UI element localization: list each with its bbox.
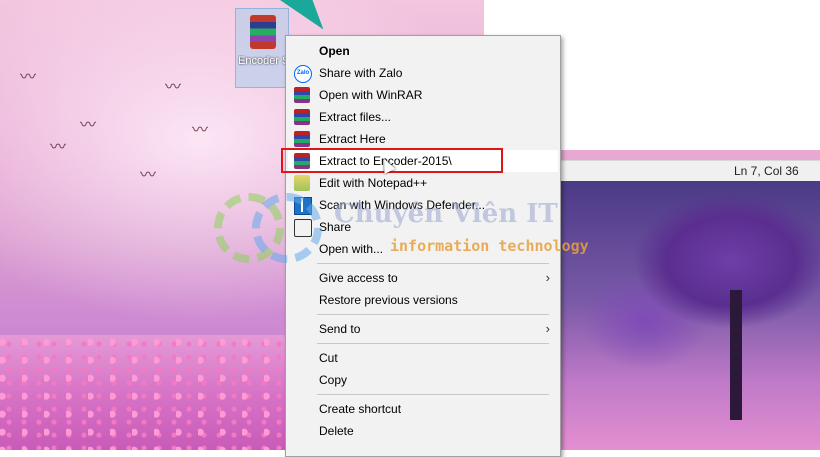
menu-item-open[interactable]: Open [288,40,558,62]
menu-separator [317,314,549,315]
menu-item-extract-here[interactable]: Extract Here [288,128,558,150]
chevron-right-icon: › [545,321,550,336]
notepad-plus-plus-icon [294,175,310,191]
notepad-status-bar: Ln 7, Col 36 [556,160,820,182]
winrar-icon [294,87,310,103]
tree-wallpaper-image [556,181,820,450]
menu-separator [317,343,549,344]
desktop-file-icon[interactable]: Encoder Share [235,8,289,88]
bird-icon: 〰 [20,69,37,86]
bird-icon: 〰 [192,122,209,139]
bird-icon: 〰 [165,79,182,96]
cursor-position-text: Ln 7, Col 36 [734,164,799,178]
bird-icon: 〰 [50,139,67,156]
menu-item-open-with-winrar[interactable]: Open with WinRAR [288,84,558,106]
menu-item-cut[interactable]: Cut [288,347,558,369]
menu-item-share-with-zalo[interactable]: Zalo Share with Zalo [288,62,558,84]
menu-item-create-shortcut[interactable]: Create shortcut [288,398,558,420]
menu-item-restore-previous-versions[interactable]: Restore previous versions [288,289,558,311]
windows-defender-icon [294,197,312,215]
desktop-icon-label: Encoder Share [238,55,286,67]
bird-icon: 〰 [140,167,157,184]
menu-item-delete[interactable]: Delete [288,420,558,442]
bird-icon: 〰 [80,117,97,134]
menu-separator [317,263,549,264]
context-menu: Open Zalo Share with Zalo Open with WinR… [285,35,561,457]
menu-item-send-to[interactable]: Send to › [288,318,558,340]
share-icon [294,219,312,237]
menu-item-edit-with-notepad-plus-plus[interactable]: Edit with Notepad++ [288,172,558,194]
menu-item-give-access-to[interactable]: Give access to › [288,267,558,289]
winrar-icon [294,109,310,125]
zalo-icon: Zalo [294,65,312,83]
menu-item-share[interactable]: Share [288,216,558,238]
menu-item-scan-with-defender[interactable]: Scan with Windows Defender... [288,194,558,216]
menu-item-extract-files[interactable]: Extract files... [288,106,558,128]
winrar-icon [294,131,310,147]
menu-item-open-with[interactable]: Open with... [288,238,558,260]
menu-separator [317,394,549,395]
winrar-archive-icon [250,15,276,49]
tree-trunk [730,290,742,420]
menu-item-copy[interactable]: Copy [288,369,558,391]
chevron-right-icon: › [545,270,550,285]
